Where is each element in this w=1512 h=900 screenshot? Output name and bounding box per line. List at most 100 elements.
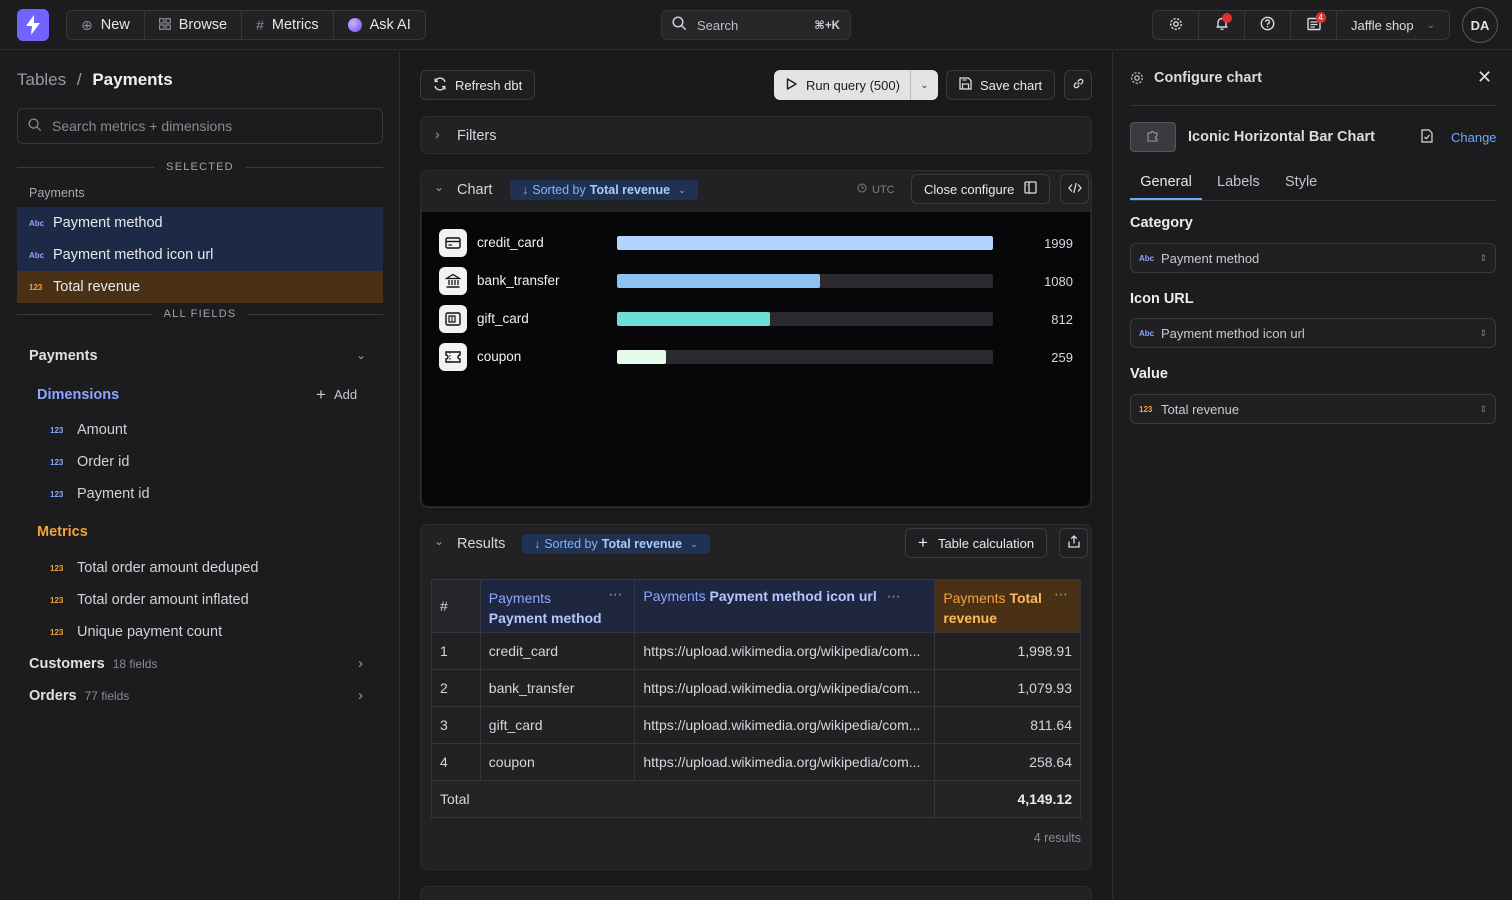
table-row[interactable]: 3 gift_card https://upload.wikimedia.org… [431, 706, 1081, 744]
table-row[interactable]: 1 credit_card https://upload.wikimedia.o… [431, 632, 1081, 670]
settings-button[interactable] [1153, 11, 1199, 39]
chart-type-icon-button[interactable] [1130, 122, 1176, 152]
whats-new-badge: 4 [1315, 12, 1326, 23]
more-horizontal-icon[interactable]: ⋯ [887, 588, 901, 604]
refresh-dbt-button[interactable]: Refresh dbt [420, 70, 536, 100]
column-header-total-revenue[interactable]: Payments Total revenue ⋯ [934, 579, 1081, 633]
column-header-payment-method[interactable]: Payments Payment method ⋯ [479, 579, 636, 633]
plus-icon: + [918, 533, 928, 552]
icon-url-label: Icon URL [1130, 291, 1194, 307]
save-chart-button[interactable]: Save chart [946, 70, 1056, 100]
value-label: Value [1130, 366, 1168, 382]
sql-panel-collapsed[interactable] [420, 886, 1092, 900]
share-link-button[interactable] [1064, 70, 1092, 100]
run-query-options-button[interactable]: ⌄ [910, 70, 938, 100]
results-panel-title[interactable]: Results [457, 536, 505, 552]
chart-bar[interactable] [617, 274, 821, 288]
tab-labels[interactable]: Labels [1217, 174, 1260, 190]
avatar[interactable]: DA [1462, 7, 1498, 43]
chart-value-label: 1999 [1044, 236, 1073, 251]
table-row[interactable]: 2 bank_transfer https://upload.wikimedia… [431, 669, 1081, 707]
more-horizontal-icon[interactable]: ⋯ [1054, 586, 1068, 603]
filters-label: Filters [457, 128, 497, 144]
selected-field-total-revenue[interactable]: 123 Total revenue [17, 271, 383, 303]
chevron-right-icon[interactable]: › [358, 655, 363, 672]
chart-bar[interactable] [617, 236, 993, 250]
chart-bar[interactable] [617, 312, 770, 326]
table-payments-header[interactable]: Payments [29, 348, 98, 364]
metrics-group-header[interactable]: Metrics [37, 524, 88, 540]
selected-field-payment-method[interactable]: Abc Payment method [17, 207, 383, 239]
category-label: Category [1130, 215, 1193, 231]
total-revenue-cell[interactable]: 811.64 [934, 706, 1081, 744]
table-row[interactable]: 4 coupon https://upload.wikimedia.org/wi… [431, 743, 1081, 781]
close-icon[interactable]: ✕ [1477, 67, 1492, 88]
add-dimension-button[interactable]: + Add [316, 386, 357, 403]
table-customers-header[interactable]: Customers 18 fields [29, 656, 157, 672]
icon-url-cell[interactable]: https://upload.wikimedia.org/wikipedia/c… [634, 706, 936, 744]
value-select[interactable]: 123 Total revenue ⇕ [1130, 394, 1496, 424]
whats-new-button[interactable]: 4 [1291, 11, 1337, 39]
column-header-payment-method-icon-url[interactable]: Payments Payment method icon url ⋯ [634, 579, 936, 633]
global-search[interactable]: Search ⌘+K [661, 10, 851, 40]
column-table-name: Payments [488, 590, 552, 606]
help-button[interactable] [1245, 11, 1291, 39]
icon-url-cell[interactable]: https://upload.wikimedia.org/wikipedia/c… [634, 669, 936, 707]
icon-url-cell[interactable]: https://upload.wikimedia.org/wikipedia/c… [634, 632, 936, 670]
chart-sort-pill[interactable]: ↓ Sorted by Total revenue ⌄ [510, 180, 698, 200]
payment-method-cell[interactable]: bank_transfer [479, 669, 636, 707]
selected-field-payment-method-icon-url[interactable]: Abc Payment method icon url [17, 239, 383, 271]
chevron-down-icon[interactable]: ⌄ [434, 180, 444, 194]
more-horizontal-icon[interactable]: ⋯ [608, 586, 622, 603]
code-icon [1067, 182, 1082, 197]
new-button[interactable]: ⊕ New [67, 11, 145, 39]
dimension-item-amount[interactable]: 123 Amount [50, 422, 127, 438]
chevron-down-icon[interactable]: ⌄ [356, 348, 366, 362]
payment-method-cell[interactable]: gift_card [479, 706, 636, 744]
chevron-down-icon[interactable]: ⌄ [434, 534, 444, 548]
metric-item-total-order-amount-deduped[interactable]: 123 Total order amount deduped [50, 560, 258, 576]
icon-url-cell[interactable]: https://upload.wikimedia.org/wikipedia/c… [634, 743, 936, 781]
chevron-right-icon[interactable]: › [358, 687, 363, 704]
gear-icon [1130, 71, 1144, 88]
change-chart-type-link[interactable]: Change [1451, 130, 1497, 145]
dimension-label: Amount [77, 422, 127, 438]
chevron-down-icon: ⌄ [690, 538, 698, 549]
payment-method-cell[interactable]: coupon [479, 743, 636, 781]
breadcrumb-root[interactable]: Tables [17, 70, 66, 89]
total-revenue-cell[interactable]: 258.64 [934, 743, 1081, 781]
total-revenue-cell[interactable]: 1,079.93 [934, 669, 1081, 707]
run-query-button[interactable]: Run query (500) [774, 70, 910, 100]
search-shortcut: ⌘+K [814, 20, 840, 32]
total-revenue-cell[interactable]: 1,998.91 [934, 632, 1081, 670]
close-configure-button[interactable]: Close configure [911, 174, 1051, 204]
ask-ai-button[interactable]: Ask AI [334, 11, 425, 39]
table-calculation-button[interactable]: + Table calculation [905, 528, 1048, 558]
filters-panel[interactable]: › Filters [420, 116, 1092, 154]
category-select[interactable]: Abc Payment method ⇕ [1130, 243, 1496, 273]
metric-item-unique-payment-count[interactable]: 123 Unique payment count [50, 624, 222, 640]
code-view-button[interactable] [1060, 174, 1089, 204]
browse-button[interactable]: Browse [145, 11, 243, 39]
chart-bar[interactable] [617, 350, 666, 364]
dimension-item-payment-id[interactable]: 123 Payment id [50, 486, 150, 502]
project-switcher[interactable]: Jaffle shop ⌄ [1337, 11, 1449, 39]
dimension-item-order-id[interactable]: 123 Order id [50, 454, 129, 470]
tab-style[interactable]: Style [1285, 174, 1317, 190]
tab-general[interactable]: General [1130, 174, 1202, 200]
chart-panel-title[interactable]: Chart [457, 182, 492, 198]
metric-item-total-order-amount-inflated[interactable]: 123 Total order amount inflated [50, 592, 249, 608]
dimensions-group-header[interactable]: Dimensions [37, 387, 119, 403]
metrics-button[interactable]: # Metrics [242, 11, 334, 39]
table-orders-header[interactable]: Orders 77 fields [29, 688, 129, 704]
metric-label: Total order amount inflated [77, 592, 249, 608]
export-button[interactable] [1059, 528, 1088, 558]
results-header-row: # Payments Payment method ⋯ Payments Pay… [431, 579, 1081, 633]
notifications-button[interactable] [1199, 11, 1245, 39]
payment-method-cell[interactable]: credit_card [479, 632, 636, 670]
results-sort-pill[interactable]: ↓ Sorted by Total revenue ⌄ [522, 534, 710, 554]
field-search-input[interactable]: Search metrics + dimensions [17, 108, 383, 144]
string-type-icon: Abc [1139, 253, 1155, 263]
icon-url-select[interactable]: Abc Payment method icon url ⇕ [1130, 318, 1496, 348]
logo[interactable] [17, 9, 49, 41]
